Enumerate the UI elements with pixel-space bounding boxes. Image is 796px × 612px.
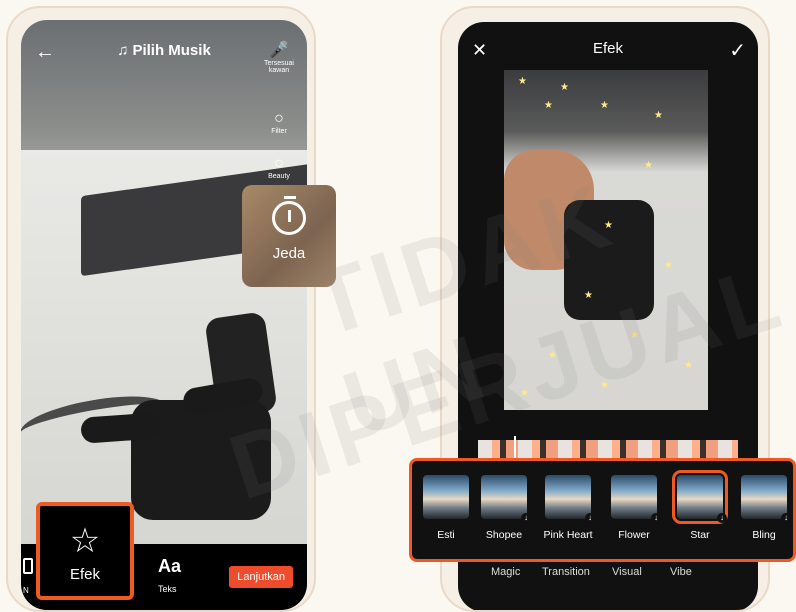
effect-item-star[interactable]: ↓ Star <box>670 470 730 541</box>
effect-item-flower[interactable]: ↓ Flower <box>604 475 664 541</box>
page-title: Efek <box>592 40 623 57</box>
sparkle-icon: ★ <box>600 380 609 391</box>
effect-name: Bling <box>752 529 776 541</box>
download-icon: ↓ <box>521 513 531 523</box>
gallery-label: N <box>23 586 29 595</box>
effects-carousel: Esti ↓ Shopee ↓ Pink Heart ↓ Flower ↓ St… <box>409 458 796 562</box>
gallery-icon[interactable] <box>23 558 33 574</box>
sparkle-icon: ★ <box>684 360 693 371</box>
sparkle-icon: ★ <box>544 100 553 111</box>
effect-item-shopee[interactable]: ↓ Shopee <box>474 475 534 541</box>
effect-thumbnail: ↓ <box>611 475 661 523</box>
effect-thumbnail <box>423 475 469 519</box>
earbud-left <box>80 412 162 444</box>
sparkle-icon: ★ <box>644 160 653 171</box>
sparkle-icon: ★ <box>654 110 663 121</box>
side-tool-2[interactable]: ○ Filter <box>261 110 297 135</box>
effect-name: Flower <box>618 529 650 541</box>
sparkle-icon: ★ <box>520 388 529 399</box>
sparkle-icon: ★ <box>584 290 593 301</box>
effect-name: Pink Heart <box>543 529 593 541</box>
music-note-icon: ♫ <box>117 42 129 59</box>
timer-icon <box>272 196 306 235</box>
pause-button[interactable]: Jeda <box>242 185 336 287</box>
filter-icon: ○ <box>274 110 284 127</box>
microphone-icon: 🎤 <box>269 42 289 59</box>
category-tab-vibe[interactable]: Vibe <box>670 566 692 578</box>
confirm-check-icon[interactable]: ✓ <box>729 38 746 63</box>
beauty-icon: ○ <box>274 155 284 172</box>
download-icon: ↓ <box>781 513 791 523</box>
pause-label: Jeda <box>272 245 306 262</box>
effects-label: Efek <box>69 566 100 583</box>
sparkle-icon: ★ <box>664 260 673 271</box>
side-tool-3[interactable]: ○ Beauty <box>261 155 297 180</box>
effect-item-esti[interactable]: Esti <box>416 475 476 541</box>
sparkle-icon: ★ <box>630 330 639 341</box>
category-tab-visual[interactable]: Visual <box>612 566 642 578</box>
effect-item-bling[interactable]: ↓ Bling <box>734 475 794 541</box>
effect-thumbnail: ↓ <box>672 470 728 524</box>
download-icon: ↓ <box>717 513 727 523</box>
sparkle-icon: ★ <box>548 350 557 361</box>
earbud-case-image <box>564 200 654 320</box>
effect-name: Shopee <box>485 529 523 541</box>
continue-button[interactable]: Lanjutkan <box>229 566 293 588</box>
sparkle-icon: ★ <box>560 82 569 93</box>
effect-thumbnail: ↓ <box>545 475 595 523</box>
effect-item-pink-heart[interactable]: ↓ Pink Heart <box>538 475 598 541</box>
effect-name: Star <box>690 529 710 541</box>
side-tool-1[interactable]: 🎤 Tersesuai kawan <box>261 40 297 74</box>
text-icon[interactable]: Aa <box>158 556 181 577</box>
sparkle-icon: ★ <box>600 100 609 111</box>
category-tab-magic[interactable]: Magic <box>491 566 520 578</box>
download-icon: ↓ <box>585 513 595 523</box>
category-tab-transition[interactable]: Transition <box>542 566 590 578</box>
effect-thumbnail: ↓ <box>481 475 531 523</box>
effect-name: Esti <box>437 529 455 541</box>
download-icon: ↓ <box>651 513 661 523</box>
sparkle-icon: ★ <box>604 220 613 231</box>
sparkle-icon: ★ <box>518 76 527 87</box>
text-label: Teks <box>158 584 177 594</box>
effects-button[interactable]: ☆ Efek <box>36 502 134 600</box>
effect-thumbnail: ↓ <box>741 475 791 523</box>
video-preview: ★ ★ ★ ★ ★ ★ ★ ★ ★ ★ ★ ★ ★ ★ <box>504 70 708 410</box>
star-icon: ☆ <box>69 522 101 560</box>
